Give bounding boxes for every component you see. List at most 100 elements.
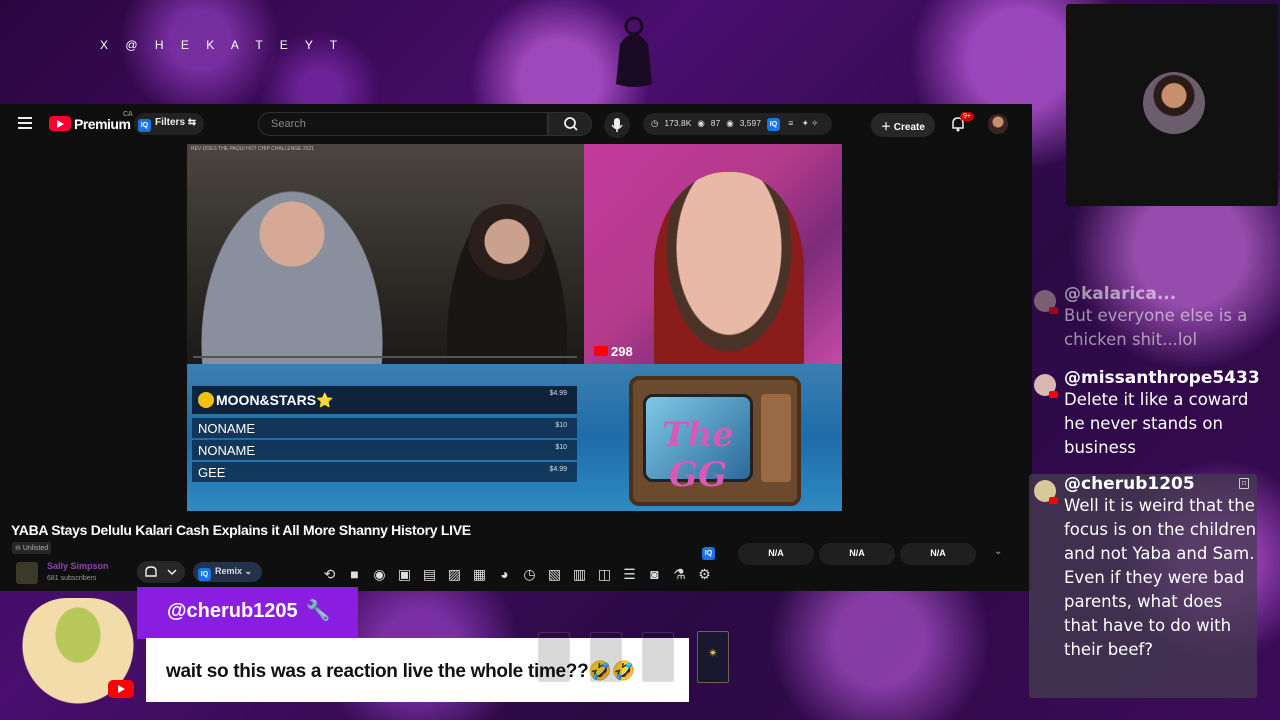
image-icon[interactable]: ▨ bbox=[442, 566, 467, 583]
crop-icon[interactable]: ▧ bbox=[542, 566, 567, 583]
goddess-logo-icon bbox=[616, 16, 652, 87]
menu-icon[interactable] bbox=[18, 117, 32, 129]
coin-icon bbox=[198, 392, 214, 408]
search-icon bbox=[564, 117, 578, 131]
na-stats-bar: IQ N/A N/A N/A ⌄ bbox=[702, 543, 1022, 565]
donation-amount: $10 bbox=[555, 444, 567, 451]
iq-icon: IQ bbox=[702, 547, 715, 560]
iq-icon: IQ bbox=[138, 119, 151, 132]
chat-text: But everyone else is a chicken shit...lo… bbox=[1064, 306, 1248, 349]
chevron-down-icon[interactable]: ⌄ bbox=[994, 546, 1002, 557]
chat-avatar bbox=[1034, 480, 1058, 504]
tv-screen: The GG bbox=[643, 394, 753, 495]
voice-search-button[interactable] bbox=[604, 112, 630, 138]
viewers-icon: ◉ bbox=[726, 118, 734, 128]
chat-message: @kalarica... But everyone else is a chic… bbox=[1032, 284, 1260, 352]
notification-badge: 9+ bbox=[960, 112, 974, 121]
iq-icon: IQ bbox=[198, 568, 211, 581]
account-avatar[interactable] bbox=[988, 114, 1008, 134]
stat-3: 3,597 bbox=[739, 118, 761, 128]
screenshot-icon[interactable]: ▣ bbox=[392, 566, 417, 583]
chat-username: @cherub1205 bbox=[1064, 474, 1195, 494]
subtitles-icon[interactable]: ▥ bbox=[567, 566, 592, 583]
remix-button[interactable]: IQ Remix ⌄ bbox=[193, 562, 263, 582]
bell-chevron-icon bbox=[145, 566, 177, 577]
donor-name: NONAME bbox=[198, 443, 256, 458]
film-icon[interactable]: ▤ bbox=[417, 566, 442, 583]
stop-icon[interactable]: ■ bbox=[342, 566, 367, 582]
chat-panel: @kalarica... But everyone else is a chic… bbox=[1029, 280, 1262, 700]
stat-2: 87 bbox=[710, 118, 721, 128]
live-viewer-count: 298 bbox=[594, 344, 633, 359]
camera-icon[interactable]: ◙ bbox=[642, 566, 667, 582]
clock-icon: ◷ bbox=[651, 118, 659, 128]
channel-avatar[interactable] bbox=[16, 562, 38, 584]
channel-stats[interactable]: ◷ 173.8K ◉ 87 ◉ 3,597 IQ ≡ ✦ ✧ bbox=[643, 113, 833, 135]
chat-username: @missanthrope5433 bbox=[1064, 368, 1260, 388]
donation-amount: $4.99 bbox=[549, 390, 567, 397]
chat-username: @kalarica... bbox=[1064, 284, 1177, 304]
visibility-label: Unlisted bbox=[22, 545, 49, 552]
youtube-mini-icon bbox=[594, 346, 608, 356]
video-player[interactable]: REV DOES THE PAQUI HOT CHIP CHALLENGE 20… bbox=[187, 144, 842, 511]
create-label: Create bbox=[893, 122, 925, 133]
brand-handle: X @ H E K A T E Y T bbox=[100, 38, 345, 52]
donor-name: MOON&STARS bbox=[216, 392, 317, 408]
chat-message: @missanthrope5433 Delete it like a cowar… bbox=[1032, 368, 1260, 460]
premium-label[interactable]: Premium bbox=[74, 116, 131, 132]
lab-flask-icon[interactable]: ⚗ bbox=[667, 566, 692, 583]
loop-icon[interactable]: ⟲ bbox=[317, 566, 342, 583]
na-pill[interactable]: N/A bbox=[900, 543, 976, 565]
donation-row: NONAME $10 bbox=[192, 440, 577, 460]
card-placeholder bbox=[538, 632, 570, 682]
video-title: YABA Stays Delulu Kalari Cash Explains i… bbox=[11, 522, 471, 538]
donation-row: NONAME $10 bbox=[192, 418, 577, 438]
search-input[interactable]: Search bbox=[258, 112, 548, 136]
chat-message-highlighted: ⌑ @cherub1205 Well it is weird that the … bbox=[1029, 474, 1257, 698]
reaction-clip: REV DOES THE PAQUI HOT CHIP CHALLENGE 20… bbox=[187, 144, 584, 384]
na-pill[interactable]: N/A bbox=[819, 543, 895, 565]
chat-avatar bbox=[1034, 290, 1058, 314]
donation-amount: $10 bbox=[555, 422, 567, 429]
extension-toolbar: ⟲ ■ ◉ ▣ ▤ ▨ ▦ ◕ ◷ ▧ ▥ ◫ ☰ ◙ ⚗ ⚙ bbox=[317, 566, 717, 588]
stat-subs: 173.8K bbox=[664, 118, 692, 128]
donation-top-row: MOON&STARS⭐ $4.99 bbox=[192, 386, 577, 414]
settings-gear-icon[interactable]: ⚙ bbox=[692, 566, 717, 583]
remix-label: Remix bbox=[215, 566, 243, 576]
channel-name[interactable]: Sally Simpson bbox=[47, 561, 109, 571]
card-placeholder bbox=[590, 632, 622, 682]
chat-avatar bbox=[1034, 374, 1058, 398]
card-placeholder bbox=[642, 632, 674, 682]
donation-amount: $4.99 bbox=[549, 466, 567, 473]
na-pill[interactable]: N/A bbox=[738, 543, 814, 565]
person-right bbox=[447, 204, 567, 374]
chat-text: Well it is weird that the focus is on th… bbox=[1064, 496, 1257, 659]
retro-tv-logo: The GG bbox=[629, 376, 801, 506]
youtube-window: Premium CA IQ Filters ⇆ Search ◷ 173.8K ◉ 87… bbox=[0, 104, 1032, 591]
streamer-avatar bbox=[1143, 72, 1205, 134]
eye-icon: ◉ bbox=[697, 118, 705, 128]
youtube-logo-icon[interactable] bbox=[49, 116, 71, 131]
subscription-bell-button[interactable] bbox=[137, 561, 185, 583]
palette-icon[interactable]: ◕ bbox=[492, 566, 517, 582]
iq-icon: IQ bbox=[766, 118, 780, 131]
filters-label: Filters bbox=[155, 117, 186, 128]
speed-icon[interactable]: ◷ bbox=[517, 566, 542, 583]
rows-icon[interactable]: ☰ bbox=[617, 566, 642, 583]
create-button[interactable]: ＋ Create bbox=[871, 113, 935, 137]
tarot-card-icon: ✴ bbox=[697, 631, 729, 683]
filters-button[interactable]: IQ Filters ⇆ bbox=[134, 113, 205, 135]
donor-name: GEE bbox=[198, 465, 226, 480]
donation-list: MOON&STARS⭐ $4.99 NONAME $10 NONAME $10 GEE… bbox=[192, 386, 577, 506]
youtube-header: Premium CA IQ Filters ⇆ Search ◷ 173.8K ◉ 87… bbox=[0, 104, 1032, 144]
pin-icon[interactable]: ⌑ bbox=[1239, 478, 1249, 489]
list-icon: ≡ bbox=[788, 118, 794, 128]
frame-icon[interactable]: ▦ bbox=[467, 566, 492, 583]
clip-caption: REV DOES THE PAQUI HOT CHIP CHALLENGE 20… bbox=[191, 146, 315, 152]
columns-icon[interactable]: ◫ bbox=[592, 566, 617, 583]
broadcast-icon[interactable]: ◉ bbox=[367, 566, 392, 583]
visibility-badge: ⊖ Unlisted bbox=[12, 542, 52, 554]
donor-name: NONAME bbox=[198, 421, 256, 436]
search-button[interactable] bbox=[548, 112, 592, 136]
wrench-icon: 🔧 bbox=[305, 600, 331, 622]
